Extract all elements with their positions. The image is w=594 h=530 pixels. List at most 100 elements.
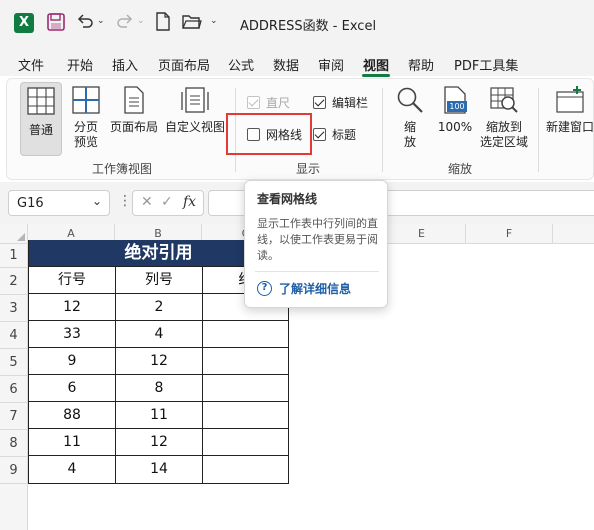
- row-header-10[interactable]: [0, 484, 28, 530]
- header-cell-row-number[interactable]: 行号: [29, 267, 116, 294]
- tab-formulas[interactable]: 公式: [228, 55, 254, 74]
- table-cell[interactable]: [203, 375, 289, 402]
- zoom-label-2: 放: [403, 135, 416, 149]
- tab-data[interactable]: 数据: [273, 55, 299, 74]
- table-cell[interactable]: 2: [116, 294, 203, 321]
- zoom-100-label: 100%: [437, 120, 473, 134]
- tab-file[interactable]: 文件: [18, 55, 44, 74]
- open-folder-icon[interactable]: [182, 13, 202, 33]
- tooltip-divider: [255, 271, 379, 272]
- column-header-g[interactable]: [553, 224, 594, 244]
- headings-label: 标题: [332, 128, 357, 142]
- page-break-label-2: 预览: [73, 135, 98, 149]
- zoom-to-selection-button[interactable]: 缩放到 选定区域: [478, 84, 530, 154]
- chevron-down-icon[interactable]: ⌄: [92, 194, 102, 208]
- table-cell[interactable]: 4: [116, 321, 203, 348]
- table-cell[interactable]: [203, 456, 289, 484]
- undo-icon[interactable]: [76, 12, 94, 33]
- row-header-6[interactable]: 6: [0, 376, 28, 403]
- workbook-views-group-label: 工作簿视图: [92, 162, 153, 176]
- table-cell[interactable]: 6: [29, 375, 116, 402]
- gridlines-highlight-box: [226, 113, 312, 155]
- table-cell[interactable]: [203, 429, 289, 456]
- redo-dropdown-icon[interactable]: ⌄: [137, 16, 145, 26]
- zoom-button[interactable]: 缩 放: [392, 84, 428, 154]
- table-cell[interactable]: 12: [116, 429, 203, 456]
- page-layout-view-button[interactable]: 页面布局: [108, 84, 160, 154]
- new-window-label: 新建窗口: [546, 120, 594, 134]
- header-cell-column-number[interactable]: 列号: [116, 267, 203, 294]
- new-file-icon[interactable]: [155, 12, 171, 34]
- table-cell[interactable]: 9: [29, 348, 116, 375]
- help-icon: ?: [257, 281, 272, 296]
- row-header-8[interactable]: 8: [0, 430, 28, 457]
- row-header-3[interactable]: 3: [0, 295, 28, 322]
- row-header-1[interactable]: 1: [0, 244, 28, 268]
- insert-function-icon[interactable]: fx: [183, 194, 196, 210]
- formula-bar-checkbox[interactable]: 编辑栏: [313, 94, 368, 111]
- table-cell[interactable]: 8: [116, 375, 203, 402]
- row-header-4[interactable]: 4: [0, 322, 28, 349]
- cancel-icon[interactable]: ✕: [141, 194, 153, 210]
- new-window-button[interactable]: 新建窗口: [546, 84, 594, 154]
- ribbon-tab-bar: 文件 开始 插入 页面布局 公式 数据 审阅 视图 帮助 PDF工具集: [0, 46, 594, 76]
- page-break-preview-button[interactable]: 分页 预览: [67, 84, 105, 154]
- select-all-corner[interactable]: [0, 224, 28, 244]
- tooltip-body: 显示工作表中行列间的直线，以使工作表更易于阅读。: [257, 217, 378, 262]
- tab-insert[interactable]: 插入: [112, 55, 138, 74]
- zoom-100-icon: 100: [443, 86, 467, 114]
- table-cell[interactable]: [203, 402, 289, 429]
- page-break-preview-icon: [72, 86, 100, 114]
- column-header-e[interactable]: E: [378, 224, 466, 244]
- excel-logo-icon: X: [14, 13, 34, 33]
- page-break-label-1: 分页: [73, 120, 98, 134]
- tab-help[interactable]: 帮助: [408, 55, 434, 74]
- table-cell[interactable]: 33: [29, 321, 116, 348]
- tooltip-title: 查看网格线: [257, 192, 318, 206]
- custom-views-button[interactable]: 自定义视图: [164, 84, 226, 154]
- table-cell[interactable]: [203, 321, 289, 348]
- table-cell[interactable]: 12: [116, 348, 203, 375]
- redo-icon[interactable]: [116, 12, 134, 33]
- enter-check-icon[interactable]: ✓: [161, 194, 173, 210]
- gridlines-tooltip: 查看网格线 显示工作表中行列间的直线，以使工作表更易于阅读。 ? 了解详细信息: [244, 180, 388, 308]
- normal-view-button[interactable]: 普通: [20, 82, 62, 156]
- custom-views-label: 自定义视图: [164, 120, 225, 134]
- more-options-icon[interactable]: ⋮: [118, 193, 132, 209]
- tab-home[interactable]: 开始: [67, 55, 93, 74]
- zoom-label-1: 缩: [403, 120, 416, 134]
- table-cell[interactable]: [203, 348, 289, 375]
- table-cell[interactable]: 11: [29, 429, 116, 456]
- headings-checkbox-box: [313, 128, 326, 141]
- table-cell[interactable]: 4: [29, 456, 116, 484]
- row-header-5[interactable]: 5: [0, 349, 28, 376]
- row-header-9[interactable]: 9: [0, 457, 28, 484]
- row-header-7[interactable]: 7: [0, 403, 28, 430]
- column-header-f[interactable]: F: [466, 224, 553, 244]
- undo-dropdown-icon[interactable]: ⌄: [97, 16, 105, 26]
- tab-view[interactable]: 视图: [363, 55, 389, 74]
- save-icon[interactable]: [46, 12, 66, 35]
- zoom-100-button[interactable]: 100 100%: [436, 84, 474, 154]
- group-divider: [538, 88, 539, 172]
- page-layout-label: 页面布局: [109, 120, 158, 134]
- table-cell[interactable]: 88: [29, 402, 116, 429]
- tab-review[interactable]: 审阅: [318, 55, 344, 74]
- page-layout-icon: [123, 86, 145, 114]
- tab-pdf-tools[interactable]: PDF工具集: [454, 55, 518, 74]
- table-cell[interactable]: 12: [29, 294, 116, 321]
- active-tab-indicator: [362, 74, 390, 77]
- tab-page-layout[interactable]: 页面布局: [158, 55, 210, 74]
- table-cell[interactable]: 11: [116, 402, 203, 429]
- zoom-to-selection-label-2: 选定区域: [479, 135, 528, 149]
- learn-more-link[interactable]: ? 了解详细信息: [257, 280, 351, 297]
- row-header-2[interactable]: 2: [0, 268, 28, 295]
- name-box[interactable]: G16 ⌄: [8, 190, 110, 216]
- zoom-group-label: 缩放: [448, 162, 473, 176]
- window-title: ADDRESS函数 - Excel: [240, 19, 377, 34]
- quick-access-dropdown-icon[interactable]: ⌄: [210, 16, 218, 26]
- ruler-checkbox[interactable]: 直尺: [247, 94, 290, 111]
- table-cell[interactable]: 14: [116, 456, 203, 484]
- zoom-100-badge: 100: [447, 101, 467, 112]
- headings-checkbox[interactable]: 标题: [313, 126, 356, 143]
